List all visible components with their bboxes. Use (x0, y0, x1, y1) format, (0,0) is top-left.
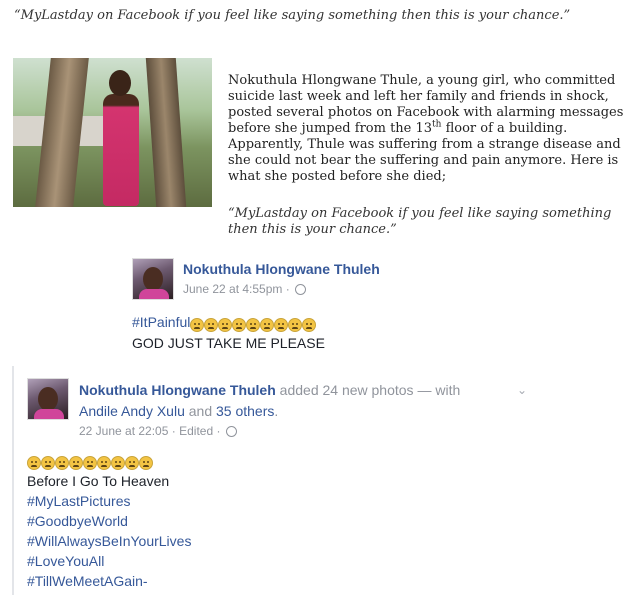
crying-face-emoji-icon (232, 317, 247, 332)
post-line: Before I Go To Heaven (27, 473, 170, 490)
crying-face-emoji-icon (190, 317, 205, 332)
crying-face-emoji-icon (41, 455, 55, 470)
hashtag[interactable]: #LoveYouAll (27, 551, 527, 571)
crying-face-emoji-icon (27, 455, 41, 470)
crying-face-emoji-icon (139, 455, 153, 470)
post-timestamp[interactable]: June 22 at 4:55pm (183, 282, 282, 296)
avatar[interactable] (27, 378, 69, 420)
period: . (274, 403, 279, 419)
post-line: GOD JUST TAKE ME PLEASE (132, 335, 325, 352)
crying-face-emoji-icon (288, 317, 303, 332)
avatar[interactable] (132, 258, 174, 300)
article-paragraph-2: Apparently, Thule was suffering from a s… (228, 137, 621, 184)
globe-icon (225, 426, 237, 438)
hashtag[interactable]: #MyLastPictures (27, 491, 527, 511)
crying-face-emoji-icon (204, 317, 219, 332)
crying-face-emoji-icon (246, 317, 261, 332)
article-paragraph-1: Nokuthula Hlongwane Thule, a young girl,… (228, 73, 624, 136)
crying-face-emoji-icon (69, 455, 83, 470)
post-author-name[interactable]: Nokuthula Hlongwane Thuleh (79, 382, 276, 398)
separator: · (285, 282, 290, 296)
edited-label[interactable]: Edited (179, 424, 213, 438)
crying-face-emoji-icon (97, 455, 111, 470)
article-top-quote: “MyLastday on Facebook if you feel like … (14, 8, 571, 23)
article-photo (13, 58, 212, 207)
crying-face-emoji-icon (55, 455, 69, 470)
post-with: — with (413, 382, 461, 398)
post-header: Nokuthula Hlongwane Thuleh added 24 new … (79, 380, 527, 422)
crying-face-emoji-icon (218, 317, 233, 332)
article-body: Nokuthula Hlongwane Thule, a young girl,… (228, 73, 628, 185)
post-action: added 24 new photos (275, 382, 414, 398)
and-text: and (184, 403, 216, 419)
globe-icon (295, 284, 307, 296)
crying-face-emoji-icon (111, 455, 125, 470)
crying-face-emoji-icon (302, 317, 317, 332)
tagged-user-link[interactable]: Andile Andy Xulu (79, 403, 185, 419)
hashtag[interactable]: #ItPainful (132, 314, 190, 330)
crying-face-emoji-icon (260, 317, 275, 332)
crying-face-emoji-icon (83, 455, 97, 470)
post-body: #ItPainful GOD JUST TAKE ME PLEASE (132, 312, 612, 353)
crying-face-emoji-icon (274, 317, 289, 332)
post-body: Before I Go To Heaven #MyLastPictures #G… (27, 450, 527, 591)
facebook-post-2: Nokuthula Hlongwane Thuleh added 24 new … (27, 378, 527, 591)
divider (12, 366, 14, 595)
post-meta: June 22 at 4:55pm · (183, 282, 380, 296)
article-quote: “MyLastday on Facebook if you feel like … (228, 206, 612, 237)
facebook-post-1: Nokuthula Hlongwane Thuleh June 22 at 4:… (132, 258, 612, 353)
post-timestamp[interactable]: 22 June at 22:05 (79, 424, 168, 438)
crying-face-emoji-icon (125, 455, 139, 470)
emoji-row (190, 313, 317, 333)
emoji-row (27, 451, 153, 471)
chevron-down-icon[interactable]: ⌄ (517, 380, 527, 401)
others-link[interactable]: 35 others (216, 403, 274, 419)
hashtag[interactable]: #GoodbyeWorld (27, 511, 527, 531)
post-author-name[interactable]: Nokuthula Hlongwane Thuleh (183, 261, 380, 277)
separator: · (216, 424, 221, 438)
separator: · (171, 424, 176, 438)
post-meta: 22 June at 22:05 · Edited · (79, 424, 519, 438)
hashtag[interactable]: #WillAlwaysBeInYourLives (27, 531, 527, 551)
hashtag[interactable]: #TillWeMeetAGain- (27, 571, 527, 591)
